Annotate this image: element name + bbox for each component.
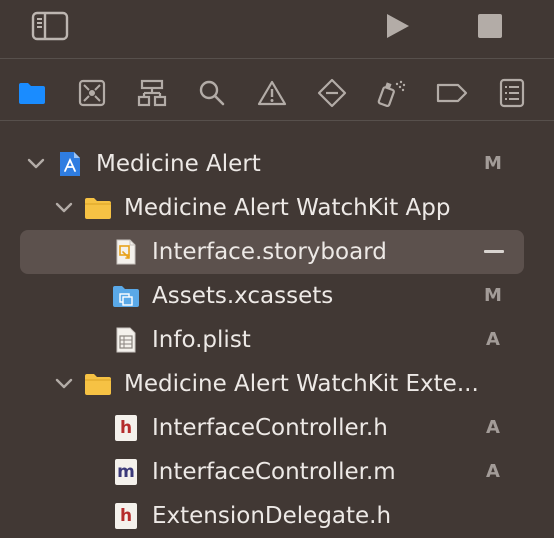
tree-row-file[interactable]: h ExtensionDelegate.h — [0, 494, 554, 538]
navigator-bar-divider — [0, 120, 554, 121]
tree-row-label: Medicine Alert WatchKit Exte... — [124, 371, 479, 397]
tree-row-file[interactable]: Info.plist A — [0, 318, 554, 362]
disclosure-chevron-down-icon[interactable] — [54, 374, 74, 394]
source-control-icon — [78, 79, 106, 107]
file-type-letter: h — [119, 506, 133, 526]
folder-icon — [19, 83, 45, 104]
diamond-icon — [317, 78, 347, 108]
source-control-status-dash — [484, 250, 504, 253]
tree-row-label: ExtensionDelegate.h — [152, 503, 392, 529]
toolbar-divider — [0, 58, 554, 59]
tab-test-navigator[interactable] — [312, 74, 352, 112]
disclosure-chevron-down-icon[interactable] — [26, 154, 46, 174]
tree-row-project[interactable]: Medicine Alert M — [0, 142, 554, 186]
tree-row-label: Medicine Alert WatchKit App — [124, 195, 451, 221]
objc-file-icon: m — [112, 458, 140, 486]
tree-row-group[interactable]: Medicine Alert WatchKit App — [0, 186, 554, 230]
storyboard-file-icon — [112, 238, 140, 266]
spray-icon — [377, 80, 406, 108]
run-button[interactable] — [380, 10, 414, 42]
folder-icon — [84, 194, 112, 222]
source-control-status-badge: M — [484, 285, 502, 306]
search-icon — [199, 80, 225, 106]
asset-catalog-icon — [112, 282, 140, 310]
tab-find-navigator[interactable] — [192, 74, 232, 112]
tree-row-file[interactable]: Assets.xcassets M — [0, 274, 554, 318]
navigator-selector-bar — [0, 66, 554, 120]
tree-row-group[interactable]: Medicine Alert WatchKit Exte... — [0, 362, 554, 406]
window-toolbar — [0, 0, 554, 58]
tab-source-control-navigator[interactable] — [72, 74, 112, 112]
tab-breakpoint-navigator[interactable] — [432, 74, 472, 112]
source-control-status-badge: M — [484, 153, 502, 174]
tree-row-file[interactable]: m InterfaceController.m A — [0, 450, 554, 494]
source-control-status-badge: A — [486, 417, 500, 438]
stop-button[interactable] — [474, 10, 506, 42]
stop-icon — [478, 14, 502, 38]
tree-row-label: Medicine Alert — [96, 151, 261, 177]
tree-row-file-selected[interactable]: Interface.storyboard — [0, 230, 554, 274]
tree-row-file[interactable]: h InterfaceController.h A — [0, 406, 554, 450]
tree-row-label: Interface.storyboard — [152, 239, 387, 265]
tab-symbol-navigator[interactable] — [132, 74, 172, 112]
disclosure-chevron-down-icon[interactable] — [54, 198, 74, 218]
project-file-tree: Medicine Alert M Medicine Alert WatchKit… — [0, 142, 554, 529]
file-type-letter: m — [117, 462, 135, 482]
file-type-letter: h — [119, 418, 133, 438]
source-control-status-badge: A — [486, 329, 500, 350]
tag-icon — [436, 83, 468, 103]
tab-issue-navigator[interactable] — [252, 74, 292, 112]
tree-row-label: InterfaceController.m — [152, 459, 396, 485]
warning-icon — [257, 80, 287, 106]
plist-file-icon — [112, 326, 140, 354]
hierarchy-icon — [137, 79, 167, 107]
play-icon — [387, 14, 409, 38]
tree-row-label: InterfaceController.h — [152, 415, 388, 441]
xcode-project-icon — [56, 150, 84, 178]
report-icon — [499, 78, 525, 108]
source-control-status-badge: A — [486, 461, 500, 482]
tab-report-navigator[interactable] — [492, 74, 532, 112]
sidebar-toggle-icon — [31, 11, 69, 41]
header-file-icon: h — [112, 414, 140, 442]
folder-icon — [84, 370, 112, 398]
tree-row-label: Assets.xcassets — [152, 283, 334, 309]
tab-debug-navigator[interactable] — [372, 74, 412, 112]
tree-row-label: Info.plist — [152, 327, 251, 353]
tab-project-navigator[interactable] — [12, 74, 52, 112]
header-file-icon: h — [112, 502, 140, 530]
sidebar-toggle-button[interactable] — [30, 10, 70, 42]
